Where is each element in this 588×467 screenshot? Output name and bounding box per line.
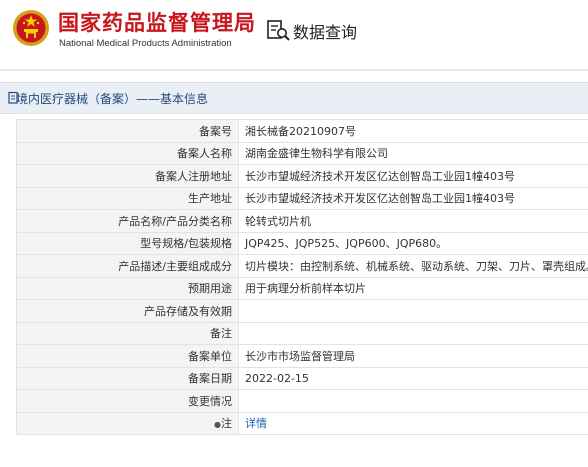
field-value: 长沙市望城经济技术开发区亿达创智岛工业园1幢403号 — [238, 186, 588, 210]
data-query-icon — [267, 20, 290, 41]
field-label: 产品存储及有效期 — [16, 299, 239, 323]
field-label: 生产地址 — [16, 186, 239, 210]
field-label: 预期用途 — [16, 276, 239, 300]
table-row: 产品存储及有效期 — [16, 299, 588, 323]
section-header: 境内医疗器械（备案）——基本信息 — [0, 82, 588, 114]
table-row: 预期用途 用于病理分析前样本切片 — [16, 276, 588, 300]
page-title: 数据查询 — [293, 23, 358, 42]
site-header: 国家药品监督管理局 National Medical Products Admi… — [0, 0, 588, 68]
note-label: ●注 — [16, 411, 239, 435]
field-label: 备案号 — [16, 119, 239, 143]
field-label: 变更情况 — [16, 389, 239, 413]
table-row: 备案人名称 湖南金盛律生物科学有限公司 — [16, 141, 588, 165]
field-label: 型号规格/包装规格 — [16, 231, 239, 255]
table-row: 产品名称/产品分类名称 轮转式切片机 — [16, 209, 588, 233]
field-value: 2022-02-15 — [238, 366, 588, 390]
field-label: 备注 — [16, 321, 239, 345]
table-row: 备案单位 长沙市市场监督管理局 — [16, 344, 588, 368]
table-row: 变更情况 — [16, 389, 588, 413]
field-value: 长沙市望城经济技术开发区亿达创智岛工业园1幢403号 — [238, 164, 588, 188]
field-value: 湘长械备20210907号 — [238, 119, 588, 143]
field-value — [238, 299, 588, 323]
bullet-icon: ● — [214, 420, 221, 430]
field-label: 产品名称/产品分类名称 — [16, 209, 239, 233]
field-value: 轮转式切片机 — [238, 209, 588, 233]
field-label: 备案人注册地址 — [16, 164, 239, 188]
table-row-note: ●注 详情 — [16, 411, 588, 435]
field-value: 切片模块：由控制系统、机械系统、驱动系统、刀架、刀片、罩壳组成。 — [238, 254, 588, 278]
field-value: 长沙市市场监督管理局 — [238, 344, 588, 368]
field-value: JQP425、JQP525、JQP600、JQP680。 — [238, 231, 588, 255]
site-name-en: National Medical Products Administration — [59, 38, 232, 49]
national-emblem-icon — [13, 10, 49, 46]
table-row: 备案人注册地址 长沙市望城经济技术开发区亿达创智岛工业园1幢403号 — [16, 164, 588, 188]
table-row: 备案号 湘长械备20210907号 — [16, 119, 588, 143]
table-row: 型号规格/包装规格 JQP425、JQP525、JQP600、JQP680。 — [16, 231, 588, 255]
note-value: 详情 — [238, 411, 588, 435]
field-label: 备案人名称 — [16, 141, 239, 165]
header-divider — [0, 69, 588, 71]
field-value — [238, 389, 588, 413]
field-value: 湖南金盛律生物科学有限公司 — [238, 141, 588, 165]
field-label: 备案单位 — [16, 344, 239, 368]
detail-table: 备案号 湘长械备20210907号 备案人名称 湖南金盛律生物科学有限公司 备案人注册地… — [16, 119, 588, 435]
field-value — [238, 321, 588, 345]
field-label: 产品描述/主要组成成分 — [16, 254, 239, 278]
details-link[interactable]: 详情 — [245, 417, 267, 430]
site-name-cn: 国家药品监督管理局 — [58, 11, 256, 35]
note-label-text: 注 — [221, 417, 232, 431]
table-row: 备注 — [16, 321, 588, 345]
field-label: 备案日期 — [16, 366, 239, 390]
table-row: 生产地址 长沙市望城经济技术开发区亿达创智岛工业园1幢403号 — [16, 186, 588, 210]
section-title: 境内医疗器械（备案）——基本信息 — [16, 92, 209, 106]
table-row: 备案日期 2022-02-15 — [16, 366, 588, 390]
table-row: 产品描述/主要组成成分 切片模块：由控制系统、机械系统、驱动系统、刀架、刀片、罩壳… — [16, 254, 588, 278]
field-value: 用于病理分析前样本切片 — [238, 276, 588, 300]
